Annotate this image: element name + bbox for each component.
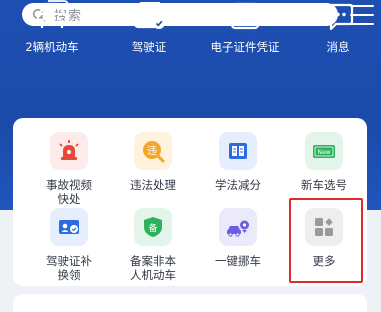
shield-record-icon: 备	[144, 217, 162, 237]
car-icon	[36, 0, 70, 28]
book-icon	[229, 143, 247, 159]
service-label: 新车选号	[301, 178, 347, 192]
top-item-messages[interactable]: 消息	[293, 0, 381, 60]
message-bubble-icon	[322, 3, 354, 31]
service-new-plate[interactable]: New 新车选号	[280, 132, 368, 192]
svg-text:New: New	[317, 149, 330, 156]
more-grid-icon	[315, 218, 333, 236]
service-label: 驾驶证补 换领	[46, 254, 92, 282]
license-card-icon: 驾	[133, 2, 165, 29]
top-item-e-certificates[interactable]: 电子证件凭证	[200, 0, 290, 60]
move-car-icon	[227, 220, 249, 237]
top-item-label: 2辆机动车	[25, 40, 79, 54]
service-label: 违法处理	[130, 178, 176, 192]
service-study-law[interactable]: 学法减分	[194, 132, 282, 192]
service-tile: New	[305, 132, 343, 170]
service-tile	[50, 132, 88, 170]
violation-badge-icon: 违	[143, 141, 165, 163]
svg-text:备: 备	[148, 222, 157, 234]
service-license-replace[interactable]: 驾驶证补 换领	[25, 208, 113, 282]
service-tile: 备	[134, 208, 172, 246]
wallet-icon	[230, 2, 260, 30]
service-more[interactable]: 更多	[280, 208, 368, 268]
top-item-license[interactable]: 驾 驾驶证	[104, 0, 194, 60]
id-card-icon	[59, 220, 79, 234]
top-item-label: 消息	[326, 40, 350, 54]
service-label: 备案非本 人机动车	[130, 254, 176, 282]
service-label: 一键挪车	[215, 254, 261, 268]
svg-text:驾: 驾	[142, 13, 152, 25]
service-record-vehicle[interactable]: 备 备案非本 人机动车	[109, 208, 197, 282]
next-card	[13, 294, 367, 312]
service-tile: 违	[134, 132, 172, 170]
service-tile	[305, 208, 343, 246]
new-plate-icon: New	[313, 145, 335, 158]
service-label: 事故视频 快处	[46, 178, 92, 206]
service-move-car[interactable]: 一键挪车	[194, 208, 282, 268]
service-tile	[219, 208, 257, 246]
services-card: 事故视频 快处 违 违法处理 学法减分 New 新车选号 驾驶证补 换领 备 备…	[13, 118, 367, 286]
siren-icon	[59, 140, 79, 160]
service-accident-video[interactable]: 事故视频 快处	[25, 132, 113, 206]
service-tile	[50, 208, 88, 246]
top-item-label: 驾驶证	[131, 40, 167, 54]
top-item-label: 电子证件凭证	[210, 40, 280, 54]
svg-text:违: 违	[147, 145, 157, 157]
top-item-vehicles[interactable]: 2辆机动车	[7, 0, 97, 60]
service-label: 更多	[312, 254, 336, 268]
service-violation-handling[interactable]: 违 违法处理	[109, 132, 197, 192]
service-tile	[219, 132, 257, 170]
service-label: 学法减分	[215, 178, 261, 192]
